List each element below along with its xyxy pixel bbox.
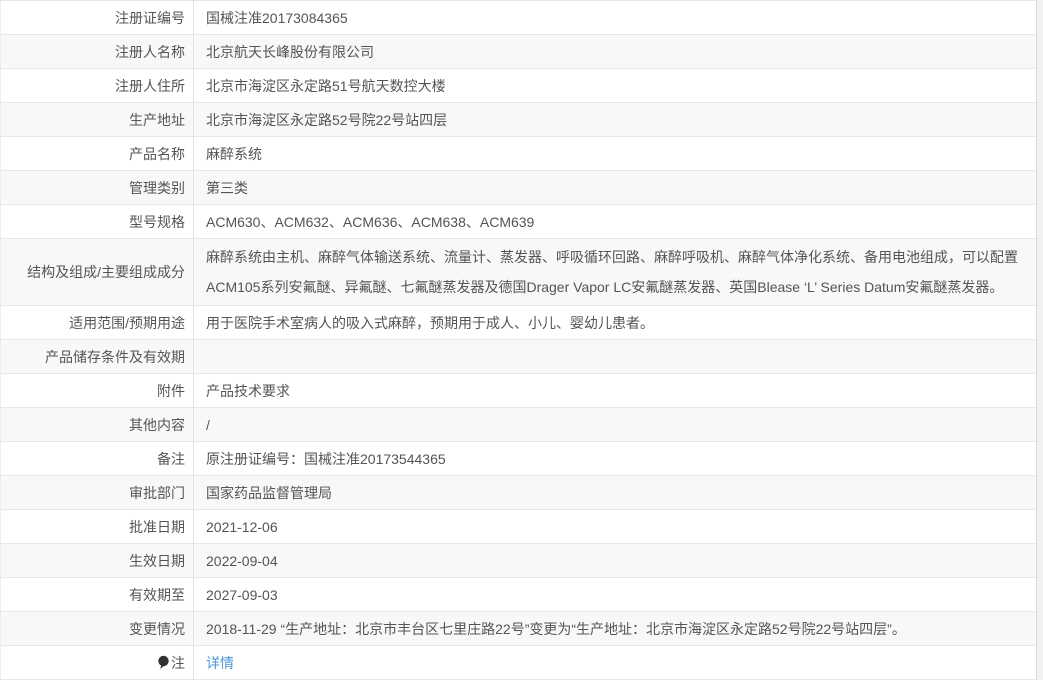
table-row-note: 注 详情 <box>0 645 1036 680</box>
table-row-model-spec: 型号规格 ACM630、ACM632、ACM636、ACM638、ACM639 <box>0 204 1036 239</box>
note-icon <box>157 655 170 670</box>
registration-detail-table: 注册证编号 国械注准20173084365 注册人名称 北京航天长峰股份有限公司… <box>0 0 1036 680</box>
table-row-registration-number: 注册证编号 国械注准20173084365 <box>0 0 1036 35</box>
row-value: 北京市海淀区永定路52号院22号站四层 <box>193 102 1036 137</box>
table-row-approval-department: 审批部门 国家药品监督管理局 <box>0 475 1036 510</box>
table-row-registrant-address: 注册人住所 北京市海淀区永定路51号航天数控大楼 <box>0 68 1036 103</box>
table-row-intended-use: 适用范围/预期用途 用于医院手术室病人的吸入式麻醉，预期用于成人、小儿、婴幼儿患… <box>0 305 1036 340</box>
table-row-change-record: 变更情况 2018-11-29 “生产地址：北京市丰台区七里庄路22号”变更为“… <box>0 611 1036 646</box>
table-row-storage-conditions: 产品储存条件及有效期 <box>0 339 1036 374</box>
row-value: 产品技术要求 <box>193 373 1036 408</box>
row-label: 注册证编号 <box>0 0 194 35</box>
row-label: 变更情况 <box>0 611 194 646</box>
table-row-effective-date: 生效日期 2022-09-04 <box>0 543 1036 578</box>
row-value: ACM630、ACM632、ACM636、ACM638、ACM639 <box>193 204 1036 239</box>
row-label: 批准日期 <box>0 509 194 544</box>
row-label: 产品储存条件及有效期 <box>0 339 194 374</box>
row-label: 有效期至 <box>0 577 194 612</box>
note-label: 注 <box>171 654 185 671</box>
row-value: 2021-12-06 <box>193 509 1036 544</box>
table-row-production-address: 生产地址 北京市海淀区永定路52号院22号站四层 <box>0 102 1036 137</box>
row-value: 国械注准20173084365 <box>193 0 1036 35</box>
table-row-expiry-date: 有效期至 2027-09-03 <box>0 577 1036 612</box>
row-label: 注册人名称 <box>0 34 194 69</box>
row-label: 型号规格 <box>0 204 194 239</box>
row-value: 2018-11-29 “生产地址：北京市丰台区七里庄路22号”变更为“生产地址：… <box>193 611 1036 646</box>
row-label: 注 <box>0 645 194 680</box>
registration-detail-panel: 注册证编号 国械注准20173084365 注册人名称 北京航天长峰股份有限公司… <box>0 0 1037 680</box>
row-value: 用于医院手术室病人的吸入式麻醉，预期用于成人、小儿、婴幼儿患者。 <box>193 305 1036 340</box>
table-row-attachment: 附件 产品技术要求 <box>0 373 1036 408</box>
row-label: 备注 <box>0 441 194 476</box>
row-label: 生效日期 <box>0 543 194 578</box>
detail-link[interactable]: 详情 <box>206 655 234 671</box>
table-row-structure-composition: 结构及组成/主要组成成分 麻醉系统由主机、麻醉气体输送系统、流量计、蒸发器、呼吸… <box>0 238 1036 306</box>
row-label: 生产地址 <box>0 102 194 137</box>
row-value: 原注册证编号：国械注准20173544365 <box>193 441 1036 476</box>
row-value: 麻醉系统由主机、麻醉气体输送系统、流量计、蒸发器、呼吸循环回路、麻醉呼吸机、麻醉… <box>193 238 1036 306</box>
row-label: 附件 <box>0 373 194 408</box>
row-value: 2027-09-03 <box>193 577 1036 612</box>
table-row-remarks: 备注 原注册证编号：国械注准20173544365 <box>0 441 1036 476</box>
row-value <box>193 339 1036 374</box>
row-value: 麻醉系统 <box>193 136 1036 171</box>
row-label: 结构及组成/主要组成成分 <box>0 238 194 306</box>
row-label: 注册人住所 <box>0 68 194 103</box>
row-label: 审批部门 <box>0 475 194 510</box>
row-value: 国家药品监督管理局 <box>193 475 1036 510</box>
table-row-registrant-name: 注册人名称 北京航天长峰股份有限公司 <box>0 34 1036 69</box>
row-label: 产品名称 <box>0 136 194 171</box>
table-row-management-category: 管理类别 第三类 <box>0 170 1036 205</box>
row-value: 第三类 <box>193 170 1036 205</box>
table-row-product-name: 产品名称 麻醉系统 <box>0 136 1036 171</box>
row-value: 详情 <box>193 645 1036 680</box>
table-row-other-content: 其他内容 / <box>0 407 1036 442</box>
row-value: 2022-09-04 <box>193 543 1036 578</box>
row-value: / <box>193 407 1036 442</box>
row-label: 其他内容 <box>0 407 194 442</box>
row-label: 适用范围/预期用途 <box>0 305 194 340</box>
row-label: 管理类别 <box>0 170 194 205</box>
row-value: 北京市海淀区永定路51号航天数控大楼 <box>193 68 1036 103</box>
row-value: 北京航天长峰股份有限公司 <box>193 34 1036 69</box>
table-row-approval-date: 批准日期 2021-12-06 <box>0 509 1036 544</box>
